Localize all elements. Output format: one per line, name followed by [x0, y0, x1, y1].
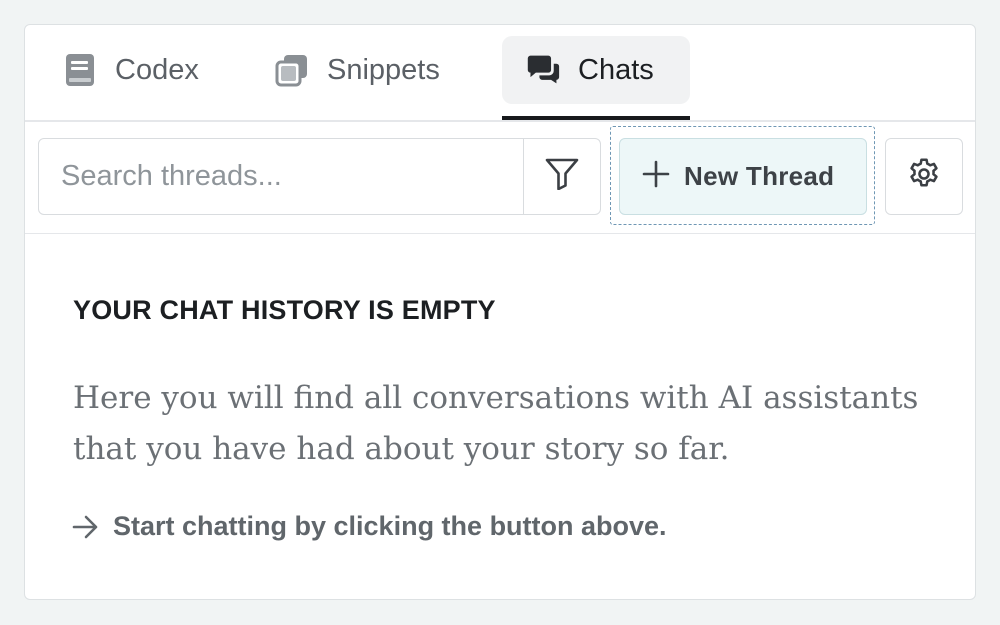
tab-chats[interactable]: Chats [502, 36, 690, 104]
new-thread-button[interactable]: New Thread [619, 138, 867, 215]
tab-chats-label: Chats [578, 53, 654, 86]
empty-state-hint: Start chatting by clicking the button ab… [71, 511, 667, 542]
empty-state-title: YOUR CHAT HISTORY IS EMPTY [73, 295, 496, 325]
search-box [38, 138, 601, 215]
tab-snippets[interactable]: Snippets [275, 36, 505, 104]
new-thread-label: New Thread [684, 161, 835, 191]
tab-codex-label: Codex [115, 53, 199, 86]
chat-bubbles-icon [526, 53, 560, 87]
book-icon [63, 53, 97, 87]
toolbar: New Thread [25, 122, 975, 234]
settings-button[interactable] [885, 138, 963, 215]
chat-panel: Codex Snippets Chats Search threads... N… [24, 24, 976, 600]
tab-codex[interactable]: Codex [63, 36, 263, 104]
tab-snippets-label: Snippets [327, 53, 440, 86]
arrow-right-icon [71, 512, 101, 542]
filter-button[interactable] [523, 139, 600, 214]
snippets-icon [275, 53, 309, 87]
active-tab-indicator [502, 116, 690, 120]
tab-bar: Codex Snippets Chats [25, 25, 975, 122]
search-input[interactable] [39, 139, 523, 214]
empty-state-description: Here you will find all conversations wit… [73, 380, 919, 467]
empty-state-hint-text: Start chatting by clicking the button ab… [113, 511, 667, 541]
filter-icon [545, 158, 579, 195]
plus-icon [642, 160, 670, 193]
gear-icon [906, 156, 942, 197]
